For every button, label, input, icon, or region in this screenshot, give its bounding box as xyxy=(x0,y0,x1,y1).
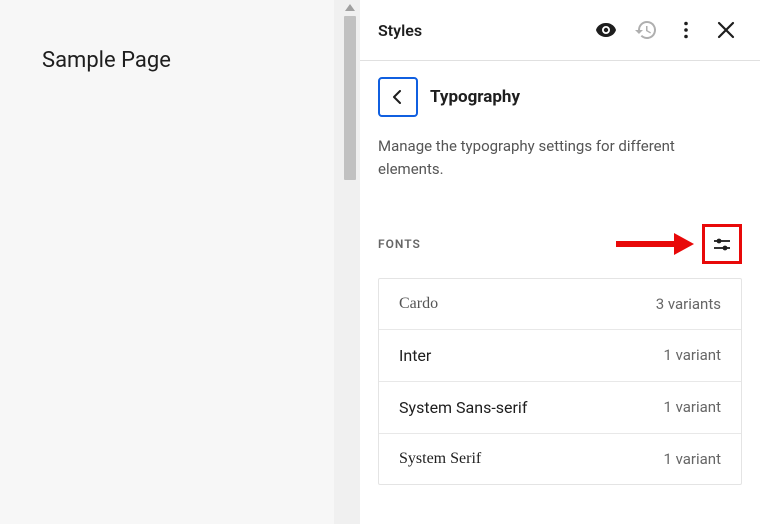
font-variants: 1 variant xyxy=(663,346,721,364)
history-icon xyxy=(634,18,658,42)
close-icon xyxy=(716,20,736,40)
font-variants: 1 variant xyxy=(663,450,721,468)
scrollbar-track[interactable] xyxy=(340,0,360,524)
fonts-label: FONTS xyxy=(378,237,421,251)
nav-row: Typography xyxy=(378,77,742,117)
page-title: Sample Page xyxy=(42,48,292,73)
scrollbar-thumb[interactable] xyxy=(344,16,356,180)
panel-header: Styles xyxy=(360,0,760,61)
font-name: System Sans-serif xyxy=(399,398,527,417)
annotation-arrow-icon xyxy=(614,230,694,258)
font-item[interactable]: System Sans-serif 1 variant xyxy=(379,382,741,434)
section-description: Manage the typography settings for diffe… xyxy=(378,135,742,182)
font-item[interactable]: Inter 1 variant xyxy=(379,330,741,382)
font-variants: 3 variants xyxy=(656,295,721,313)
panel-body: Typography Manage the typography setting… xyxy=(360,61,760,524)
eye-icon xyxy=(594,18,618,42)
close-panel-button[interactable] xyxy=(710,14,742,46)
back-button[interactable] xyxy=(378,77,418,117)
styles-panel: Styles Typography Manage the typography … xyxy=(360,0,760,524)
font-item[interactable]: System Serif 1 variant xyxy=(379,434,741,484)
font-name: Cardo xyxy=(399,295,438,313)
font-item[interactable]: Cardo 3 variants xyxy=(379,279,741,330)
sliders-icon xyxy=(711,233,733,255)
section-title: Typography xyxy=(430,87,520,107)
more-vertical-icon xyxy=(674,18,698,42)
preview-pane: Sample Page xyxy=(0,0,360,524)
font-name: System Serif xyxy=(399,450,481,468)
manage-fonts-button[interactable] xyxy=(702,224,742,264)
fonts-header-row: FONTS xyxy=(378,224,742,264)
font-list: Cardo 3 variants Inter 1 variant System … xyxy=(378,278,742,485)
font-variants: 1 variant xyxy=(663,398,721,416)
revisions-button[interactable] xyxy=(630,14,662,46)
chevron-left-icon xyxy=(391,90,405,104)
preview-content: Sample Page xyxy=(0,0,334,524)
scrollbar-arrow-up-icon xyxy=(340,0,360,14)
panel-header-title: Styles xyxy=(378,21,582,40)
style-book-button[interactable] xyxy=(590,14,622,46)
font-name: Inter xyxy=(399,346,431,365)
more-menu-button[interactable] xyxy=(670,14,702,46)
